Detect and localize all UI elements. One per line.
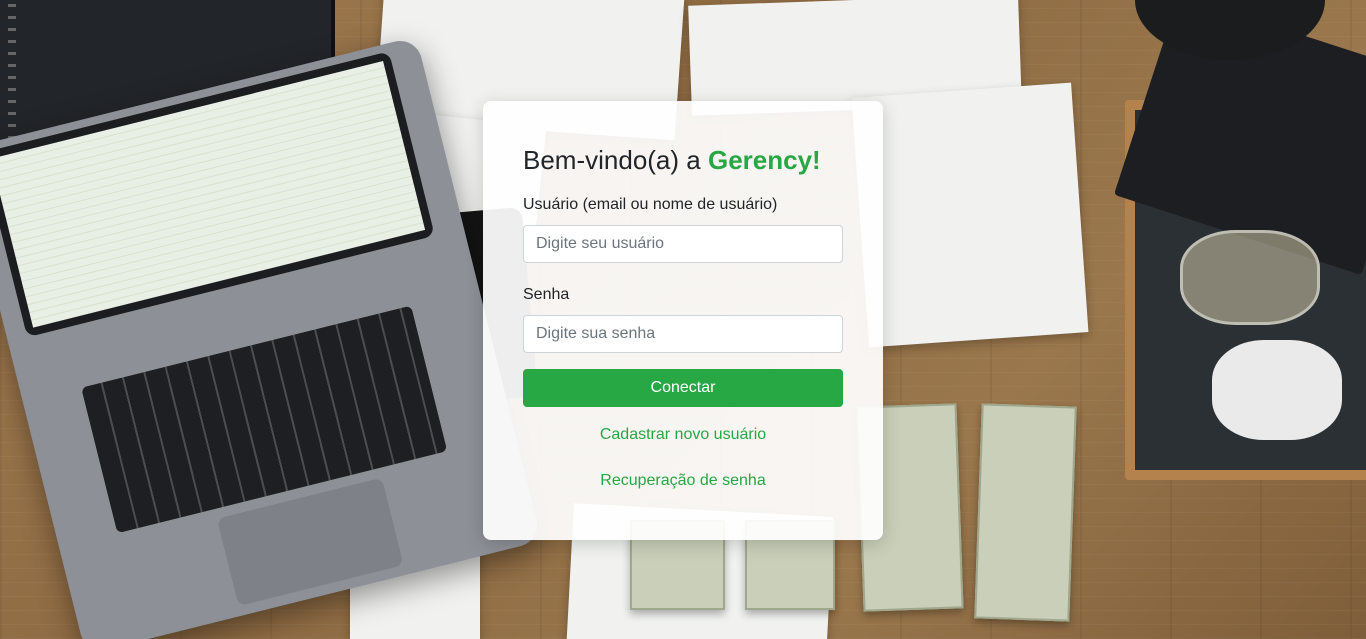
connect-button[interactable]: Conectar (523, 369, 843, 407)
password-label: Senha (523, 286, 570, 303)
page-title: Bem-vindo(a) a Gerency! (523, 143, 843, 177)
brand-name: Gerency! (707, 145, 821, 175)
mug-decoration (1212, 340, 1342, 440)
title-prefix: Bem-vindo(a) a (523, 145, 708, 175)
register-link[interactable]: Cadastrar novo usuário (523, 423, 843, 447)
banknote-decoration (974, 403, 1077, 622)
login-card: Bem-vindo(a) a Gerency! Usuário (email o… (483, 101, 883, 540)
glass-decoration (1180, 230, 1320, 325)
paper-decoration (851, 82, 1089, 348)
password-recovery-link[interactable]: Recuperação de senha (523, 469, 843, 493)
password-input[interactable] (523, 315, 843, 353)
username-label: Usuário (email ou nome de usuário) (523, 196, 778, 213)
username-input[interactable] (523, 225, 843, 263)
login-form: Usuário (email ou nome de usuário) Senha… (523, 193, 843, 407)
